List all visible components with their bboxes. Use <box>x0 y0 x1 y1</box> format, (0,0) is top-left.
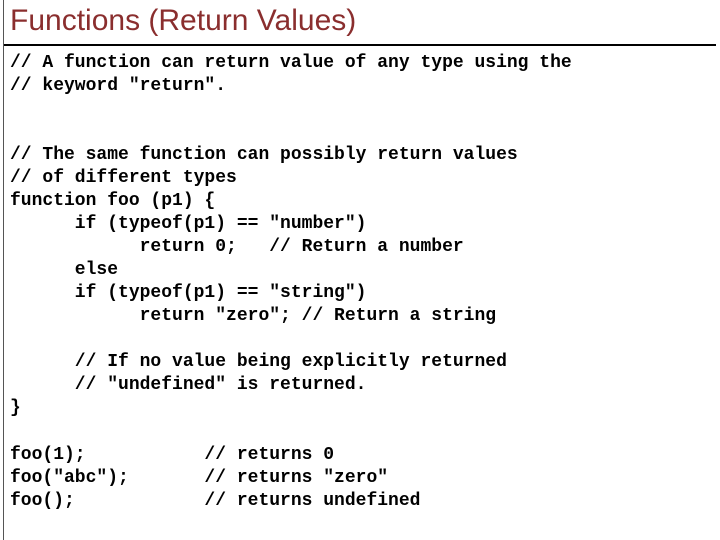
code-line: if (typeof(p1) == "number") <box>10 214 366 234</box>
code-line: foo(1); // returns 0 <box>10 445 334 465</box>
code-line: if (typeof(p1) == "string") <box>10 283 366 303</box>
left-rule <box>3 0 4 540</box>
code-line: function foo (p1) { <box>10 191 215 211</box>
code-line: foo(); // returns undefined <box>10 491 420 511</box>
code-line: // keyword "return". <box>10 76 226 96</box>
code-line: } <box>10 398 21 418</box>
code-line: // of different types <box>10 168 237 188</box>
code-block: // A function can return value of any ty… <box>0 46 720 513</box>
code-line: foo("abc"); // returns "zero" <box>10 468 388 488</box>
code-line: // "undefined" is returned. <box>10 375 366 395</box>
slide-title: Functions (Return Values) <box>0 0 720 44</box>
code-line: // A function can return value of any ty… <box>10 53 572 73</box>
slide: Functions (Return Values) // A function … <box>0 0 720 540</box>
code-line: return "zero"; // Return a string <box>10 306 496 326</box>
code-line: // If no value being explicitly returned <box>10 352 507 372</box>
code-line: else <box>10 260 118 280</box>
code-line: // The same function can possibly return… <box>10 145 518 165</box>
code-line: return 0; // Return a number <box>10 237 464 257</box>
